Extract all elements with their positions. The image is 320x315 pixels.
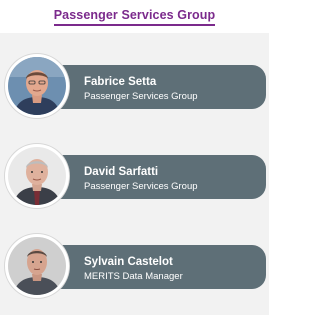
person-info-card: Sylvain Castelot MERITS Data Manager bbox=[35, 245, 266, 289]
person-photo-icon bbox=[8, 57, 66, 115]
person-info-card: David Sarfatti Passenger Services Group bbox=[35, 155, 266, 199]
person-name: Sylvain Castelot bbox=[84, 256, 173, 268]
person-card-fabrice[interactable]: Fabrice Setta Passenger Services Group bbox=[5, 54, 266, 118]
avatar bbox=[5, 54, 69, 118]
person-photo-icon bbox=[8, 147, 66, 205]
team-panel: Passenger Services Group Fabrice Setta P… bbox=[0, 0, 269, 315]
person-name: David Sarfatti bbox=[84, 166, 159, 178]
person-role: MERITS Data Manager bbox=[84, 271, 183, 282]
person-role: Passenger Services Group bbox=[84, 91, 198, 102]
header: Passenger Services Group bbox=[0, 0, 269, 33]
person-role: Passenger Services Group bbox=[84, 181, 198, 192]
person-card-sylvain[interactable]: Sylvain Castelot MERITS Data Manager bbox=[5, 234, 266, 298]
page-title[interactable]: Passenger Services Group bbox=[0, 8, 269, 26]
person-card-david[interactable]: David Sarfatti Passenger Services Group bbox=[5, 144, 266, 208]
group-title-link[interactable]: Passenger Services Group bbox=[53, 8, 216, 26]
person-photo-icon bbox=[8, 237, 66, 295]
person-info-card: Fabrice Setta Passenger Services Group bbox=[35, 65, 266, 109]
person-name: Fabrice Setta bbox=[84, 76, 157, 88]
avatar bbox=[5, 144, 69, 208]
avatar bbox=[5, 234, 69, 298]
